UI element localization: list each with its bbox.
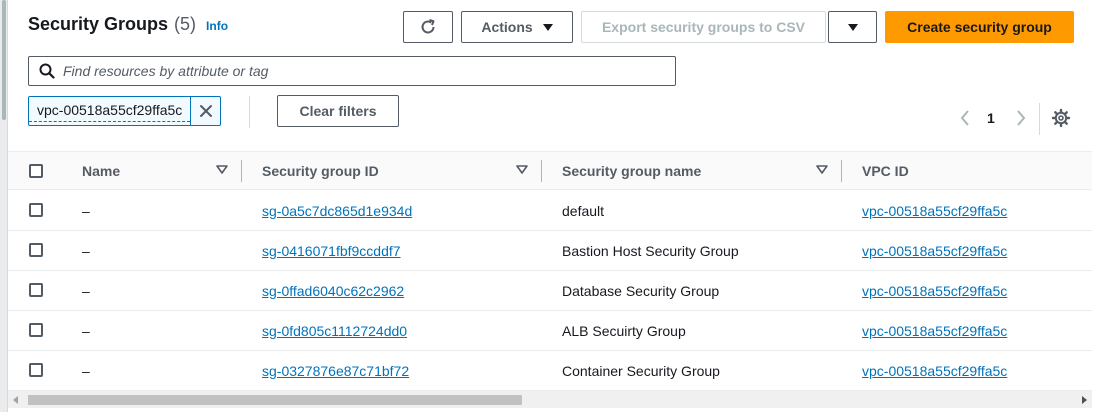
cell-vpc-id-link[interactable]: vpc-00518a55cf29ffa5c: [862, 283, 1007, 299]
search-input[interactable]: [63, 63, 643, 79]
export-label: Export security groups to CSV: [601, 19, 806, 35]
cell-name: –: [82, 243, 90, 259]
left-scrollbar[interactable]: [0, 0, 8, 412]
cell-sg-id-link[interactable]: sg-0327876e87c71bf72: [262, 363, 409, 379]
table-row[interactable]: – sg-0a5c7dc865d1e934d default vpc-00518…: [8, 191, 1092, 231]
left-scrollbar-thumb[interactable]: [2, 0, 6, 120]
actions-label: Actions: [481, 19, 533, 35]
column-divider[interactable]: [541, 160, 542, 182]
clear-filters-label: Clear filters: [299, 103, 377, 119]
table-row[interactable]: – sg-0416071fbf9ccddf7 Bastion Host Secu…: [8, 231, 1092, 271]
info-link[interactable]: Info: [206, 19, 228, 33]
export-dropdown-button[interactable]: [828, 11, 877, 43]
cell-vpc-id-link[interactable]: vpc-00518a55cf29ffa5c: [862, 243, 1007, 259]
cell-name: –: [82, 203, 90, 219]
cell-sg-id-link[interactable]: sg-0fd805c1112724dd0: [262, 323, 407, 339]
cell-sg-name: Database Security Group: [562, 283, 720, 299]
gear-icon[interactable]: [1051, 108, 1071, 128]
row-checkbox[interactable]: [29, 283, 43, 297]
row-checkbox[interactable]: [29, 203, 43, 217]
column-header-sg-name[interactable]: Security group name: [562, 163, 701, 179]
row-checkbox[interactable]: [29, 243, 43, 257]
export-csv-button[interactable]: Export security groups to CSV: [581, 11, 826, 43]
cell-sg-id-link[interactable]: sg-0a5c7dc865d1e934d: [262, 203, 412, 219]
clear-filters-button[interactable]: Clear filters: [277, 95, 399, 127]
chevron-left-icon[interactable]: [958, 108, 972, 128]
horizontal-scrollbar[interactable]: [8, 390, 1092, 408]
cell-name: –: [82, 283, 90, 299]
close-icon: [199, 105, 212, 117]
cell-sg-name: default: [562, 203, 605, 219]
cell-sg-id-link[interactable]: sg-0416071fbf9ccddf7: [262, 243, 401, 259]
refresh-icon: [421, 19, 435, 34]
cell-sg-id-link[interactable]: sg-0ffad6040c62c2962: [262, 283, 404, 299]
horizontal-scrollbar-thumb[interactable]: [28, 395, 522, 405]
sort-icon[interactable]: [816, 165, 828, 175]
filter-divider: [249, 96, 250, 128]
search-icon: [39, 63, 55, 79]
caret-down-icon: [847, 23, 858, 31]
sort-icon[interactable]: [216, 165, 228, 175]
resource-count: (5): [174, 14, 197, 34]
sort-icon[interactable]: [516, 165, 528, 175]
column-divider[interactable]: [841, 160, 842, 182]
cell-vpc-id-link[interactable]: vpc-00518a55cf29ffa5c: [862, 203, 1007, 219]
filter-token: vpc-00518a55cf29ffa5c: [28, 96, 222, 126]
cell-sg-name: Bastion Host Security Group: [562, 243, 739, 259]
filter-token-label[interactable]: vpc-00518a55cf29ffa5c: [29, 100, 191, 122]
pagination-divider: [1039, 103, 1040, 135]
cell-vpc-id-link[interactable]: vpc-00518a55cf29ffa5c: [862, 323, 1007, 339]
cell-sg-name: Container Security Group: [562, 363, 720, 379]
column-header-vpc-id[interactable]: VPC ID: [862, 163, 909, 179]
scroll-right-icon[interactable]: [1082, 396, 1087, 404]
column-header-sg-id[interactable]: Security group ID: [262, 163, 379, 179]
create-label: Create security group: [907, 19, 1052, 35]
page-header: Security Groups (5) Info: [28, 14, 228, 35]
column-divider[interactable]: [241, 160, 242, 182]
select-all-checkbox[interactable]: [29, 164, 43, 178]
search-bar[interactable]: [28, 56, 676, 86]
chevron-right-icon[interactable]: [1014, 108, 1028, 128]
refresh-button[interactable]: [403, 11, 453, 43]
actions-button[interactable]: Actions: [461, 11, 573, 43]
table-header: Name Security group ID Security group na…: [8, 152, 1092, 190]
table-row[interactable]: – sg-0fd805c1112724dd0 ALB Secuirty Grou…: [8, 311, 1092, 351]
page-title: Security Groups: [28, 14, 169, 34]
cell-sg-name: ALB Secuirty Group: [562, 323, 686, 339]
create-security-group-button[interactable]: Create security group: [885, 11, 1074, 43]
table-row[interactable]: – sg-0ffad6040c62c2962 Database Security…: [8, 271, 1092, 311]
cell-name: –: [82, 363, 90, 379]
scroll-left-icon[interactable]: [13, 396, 18, 404]
row-checkbox[interactable]: [29, 363, 43, 377]
cell-name: –: [82, 323, 90, 339]
row-checkbox[interactable]: [29, 323, 43, 337]
cell-vpc-id-link[interactable]: vpc-00518a55cf29ffa5c: [862, 363, 1007, 379]
table-row[interactable]: – sg-0327876e87c71bf72 Container Securit…: [8, 351, 1092, 391]
caret-down-icon: [542, 23, 553, 31]
column-header-name[interactable]: Name: [82, 163, 120, 179]
page-number[interactable]: 1: [987, 110, 995, 126]
remove-token-button[interactable]: [190, 97, 220, 125]
